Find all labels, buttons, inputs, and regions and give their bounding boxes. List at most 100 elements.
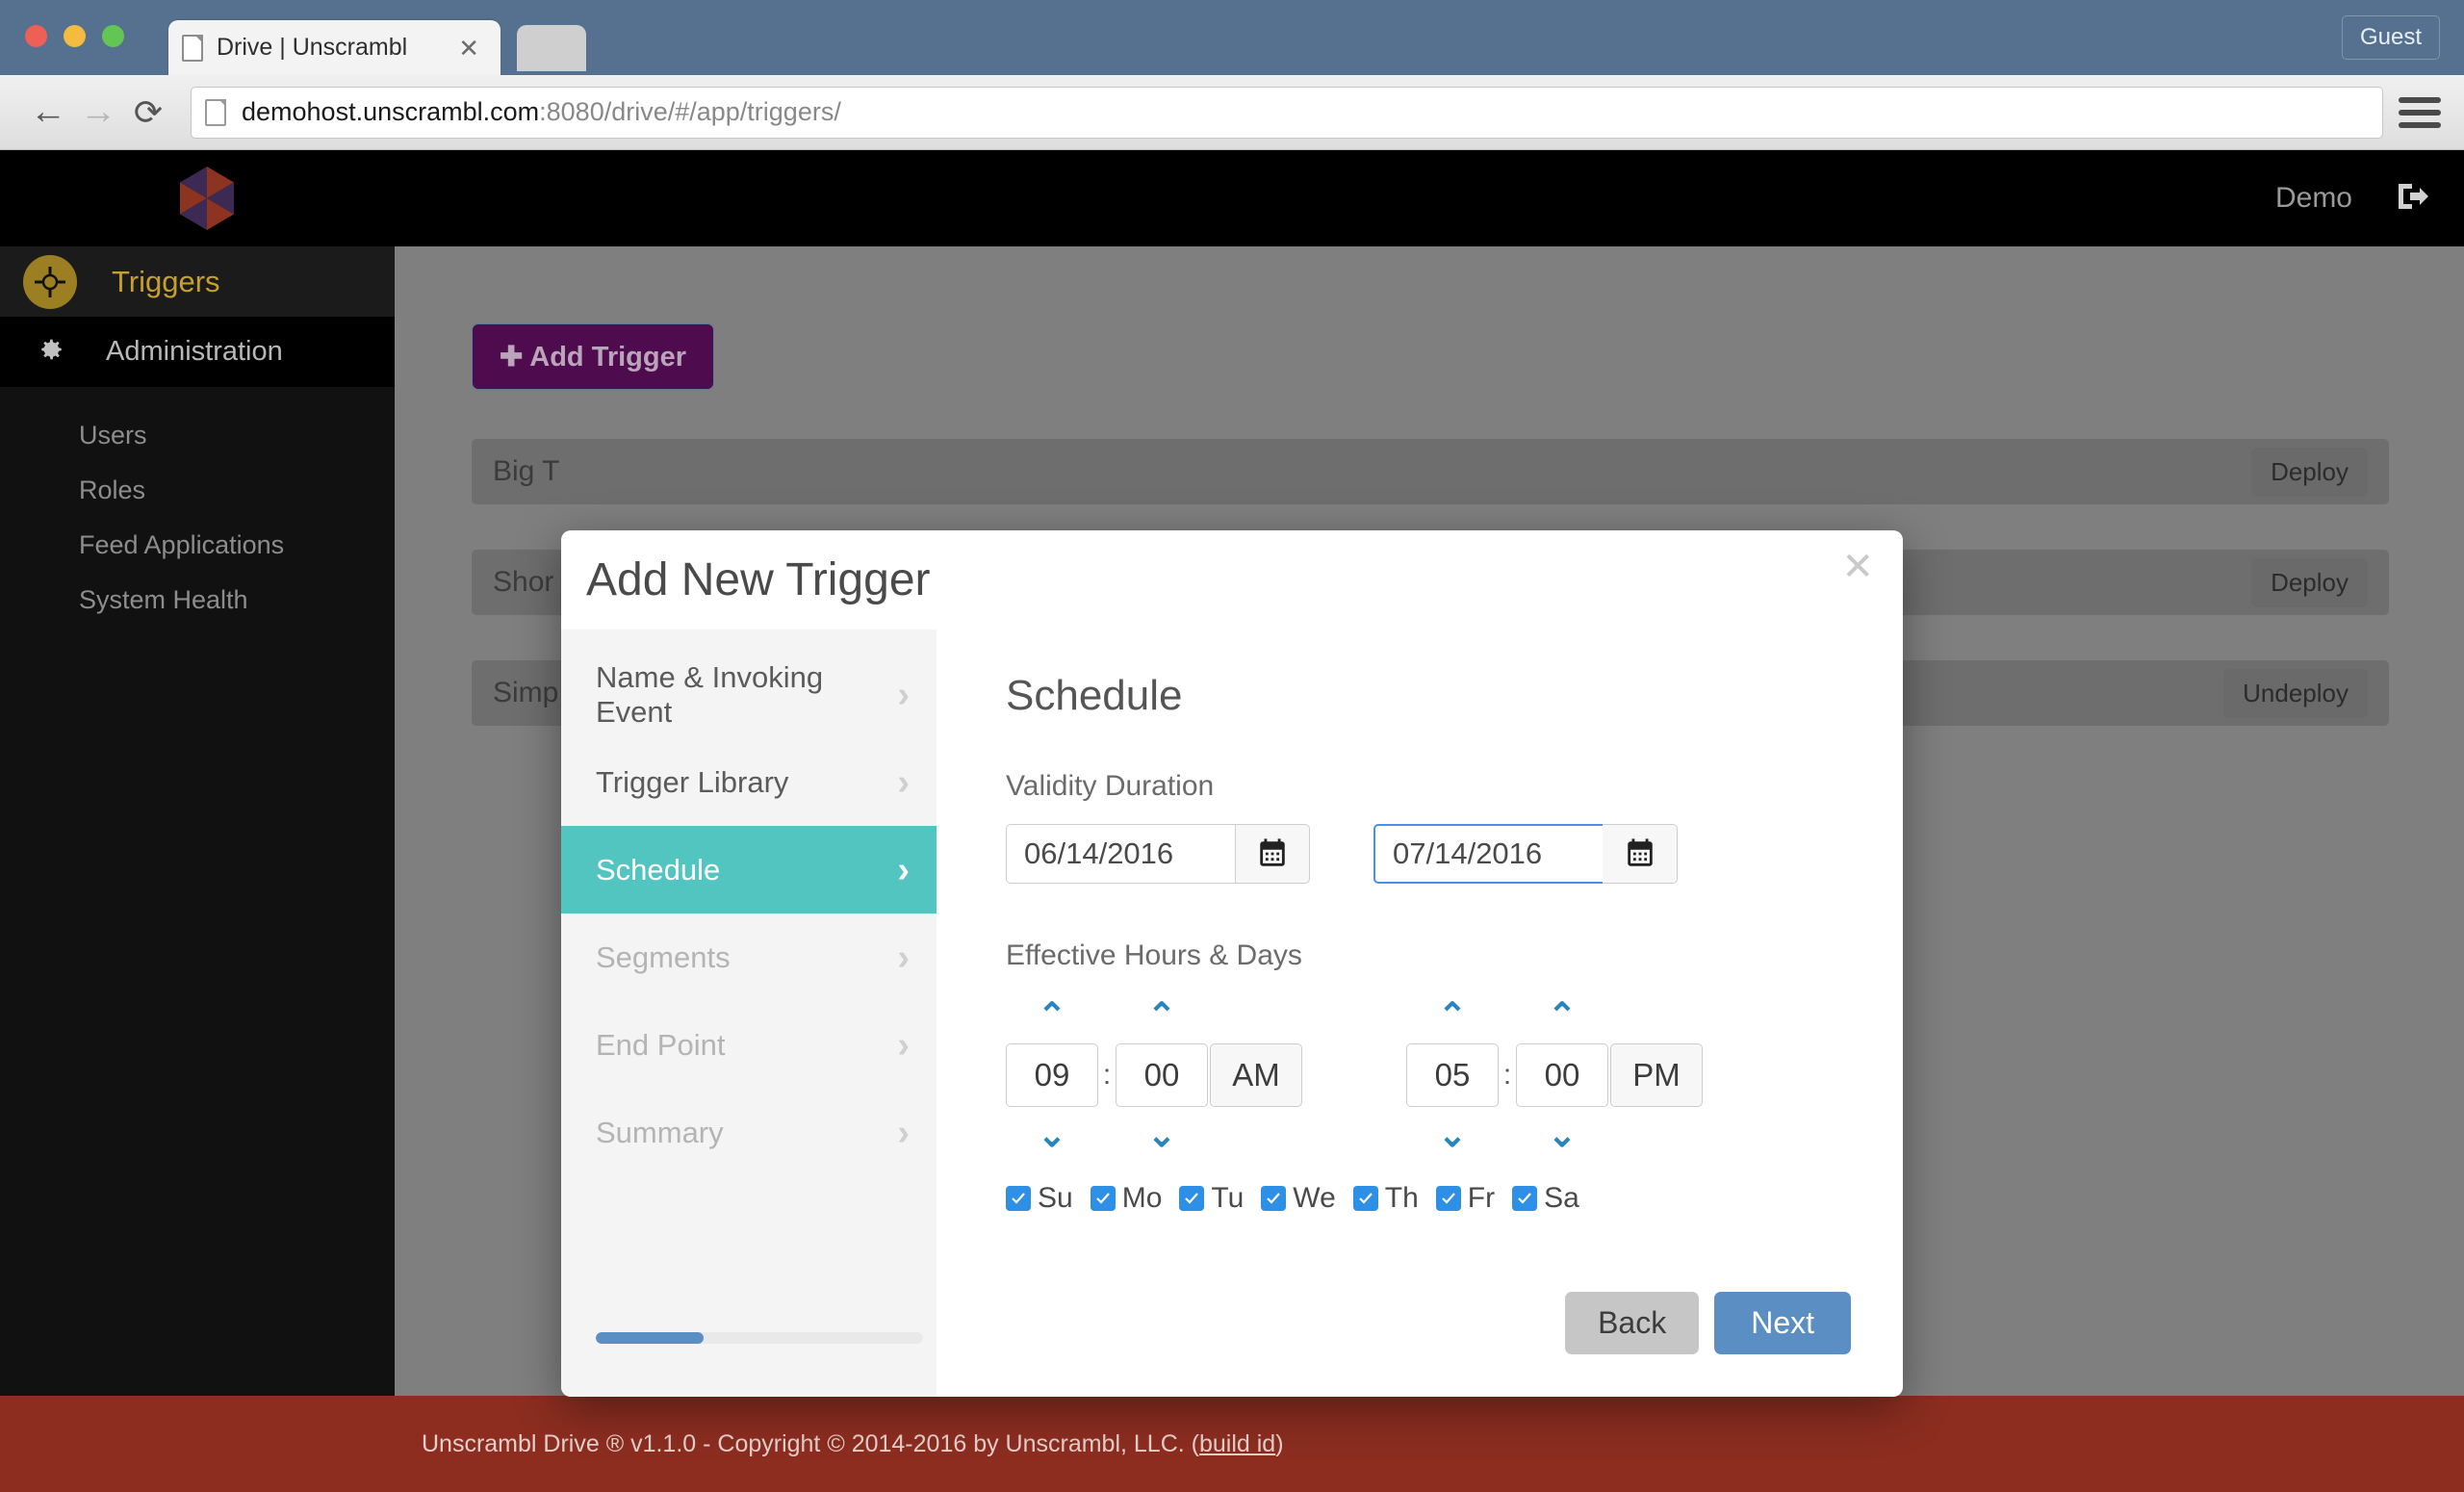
- forward-arrow-icon[interactable]: →: [73, 88, 123, 138]
- weekday-checkbox-sa[interactable]: Sa: [1512, 1182, 1579, 1215]
- weekday-label: Th: [1384, 1182, 1419, 1214]
- end-hour-decrement-icon[interactable]: ⌄: [1406, 1118, 1499, 1152]
- back-button[interactable]: Back: [1565, 1292, 1700, 1354]
- checkmark-icon: [1179, 1186, 1205, 1211]
- start-time-down-arrows: ⌄ ⌄: [1006, 1113, 1302, 1157]
- footer-copyright: Unscrambl Drive ® v1.1.0 - Copyright © 2…: [422, 1429, 1199, 1457]
- weekday-checkbox-su[interactable]: Su: [1006, 1182, 1073, 1215]
- wizard-step-list: Name & Invoking Event › Trigger Library …: [561, 630, 937, 1397]
- next-button[interactable]: Next: [1714, 1292, 1851, 1354]
- end-time-up-arrows: ⌃ ⌃: [1406, 993, 1703, 1038]
- sidebar-item-system-health[interactable]: System Health: [0, 573, 395, 628]
- end-minute-increment-icon[interactable]: ⌃: [1516, 998, 1608, 1033]
- end-time-down-arrows: ⌄ ⌄: [1406, 1113, 1703, 1157]
- address-bar[interactable]: demohost.unscrambl.com:8080/drive/#/app/…: [191, 86, 2383, 139]
- step-name-invoking-event[interactable]: Name & Invoking Event ›: [561, 651, 937, 738]
- end-meridiem-toggle[interactable]: PM: [1610, 1043, 1703, 1107]
- dialog-title: Add New Trigger: [586, 554, 931, 605]
- end-minute-decrement-icon[interactable]: ⌄: [1516, 1118, 1608, 1152]
- weekday-label: Sa: [1544, 1182, 1579, 1214]
- left-sidebar: Triggers Administration Users Roles Feed…: [0, 246, 395, 1396]
- application-root: Demo Triggers Administration Users Roles…: [0, 150, 2464, 1492]
- sidebar-item-users[interactable]: Users: [0, 408, 395, 463]
- tab-close-icon[interactable]: ✕: [450, 36, 487, 61]
- weekday-checkbox-mo[interactable]: Mo: [1090, 1182, 1162, 1215]
- start-hour-input[interactable]: [1006, 1043, 1098, 1107]
- chevron-right-icon: ›: [897, 761, 910, 803]
- start-minute-input[interactable]: [1116, 1043, 1208, 1107]
- step-summary: Summary ›: [561, 1089, 937, 1176]
- tab-title: Drive | Unscrambl: [217, 34, 408, 61]
- top-navbar: Demo: [0, 150, 2464, 246]
- undeploy-button[interactable]: Undeploy: [2223, 668, 2368, 718]
- footer-paren: ): [1275, 1429, 1284, 1457]
- weekday-checkbox-fr[interactable]: Fr: [1435, 1182, 1495, 1215]
- close-window-button[interactable]: [25, 25, 47, 47]
- unscrambl-logo-icon: [178, 167, 236, 230]
- weekday-checkbox-we[interactable]: We: [1261, 1182, 1336, 1215]
- start-minute-increment-icon[interactable]: ⌃: [1116, 998, 1208, 1033]
- step-label: Trigger Library: [596, 764, 789, 799]
- effective-hours-days-label: Effective Hours & Days: [1006, 939, 1302, 971]
- start-minute-decrement-icon[interactable]: ⌄: [1116, 1118, 1208, 1152]
- time-pickers: ⌃ ⌃ : AM: [1006, 993, 1851, 1157]
- sidebar-item-feed-applications[interactable]: Feed Applications: [0, 518, 395, 573]
- weekday-checkbox-tu[interactable]: Tu: [1179, 1182, 1244, 1215]
- sign-out-icon[interactable]: [2397, 182, 2429, 216]
- sidebar-item-triggers-label: Triggers: [112, 264, 220, 298]
- start-time-separator: :: [1102, 1059, 1112, 1091]
- end-date-input[interactable]: [1373, 824, 1603, 884]
- end-hour-input[interactable]: [1406, 1043, 1499, 1107]
- browser-tab[interactable]: Drive | Unscrambl ✕: [168, 20, 500, 75]
- step-trigger-library[interactable]: Trigger Library ›: [561, 738, 937, 826]
- reload-icon[interactable]: ⟳: [123, 88, 173, 138]
- page-info-icon: [205, 98, 226, 126]
- sidebar-item-administration-label: Administration: [106, 336, 283, 367]
- end-hour-increment-icon[interactable]: ⌃: [1406, 998, 1499, 1033]
- start-hour-increment-icon[interactable]: ⌃: [1006, 998, 1098, 1033]
- browser-menu-icon[interactable]: [2399, 96, 2441, 128]
- deploy-button[interactable]: Deploy: [2251, 557, 2368, 607]
- sidebar-item-roles[interactable]: Roles: [0, 463, 395, 518]
- weekday-label: Tu: [1211, 1182, 1245, 1214]
- end-date-calendar-icon[interactable]: [1603, 824, 1678, 884]
- start-date-calendar-icon[interactable]: [1235, 824, 1310, 884]
- table-row[interactable]: Big T Deploy: [472, 439, 2389, 504]
- step-end-point: End Point ›: [561, 1001, 937, 1089]
- minimize-window-button[interactable]: [64, 25, 86, 47]
- guest-profile-button[interactable]: Guest: [2341, 15, 2440, 60]
- end-time-separator: :: [1502, 1059, 1512, 1091]
- add-trigger-button[interactable]: ✚ Add Trigger: [472, 323, 715, 390]
- checkmark-icon: [1435, 1186, 1461, 1211]
- trigger-name: Big T: [493, 455, 560, 487]
- start-hour-decrement-icon[interactable]: ⌄: [1006, 1118, 1098, 1152]
- start-meridiem-toggle[interactable]: AM: [1210, 1043, 1302, 1107]
- start-date-input[interactable]: [1006, 824, 1235, 884]
- validity-duration-row: [1006, 824, 1851, 884]
- sidebar-item-administration[interactable]: Administration: [0, 317, 395, 387]
- weekday-label: Su: [1038, 1182, 1073, 1214]
- end-minute-input[interactable]: [1516, 1043, 1608, 1107]
- deploy-button[interactable]: Deploy: [2251, 447, 2368, 497]
- weekday-checkbox-th[interactable]: Th: [1352, 1182, 1419, 1215]
- chevron-right-icon: ›: [897, 849, 910, 890]
- sidebar-item-triggers[interactable]: Triggers: [0, 246, 395, 317]
- close-icon[interactable]: ✕: [1841, 548, 1874, 586]
- build-id-link[interactable]: build id: [1199, 1430, 1275, 1458]
- browser-window: Drive | Unscrambl ✕ Guest ← → ⟳ demohost…: [0, 0, 2464, 1492]
- url-path: :8080/drive/#/app/triggers/: [539, 97, 841, 126]
- maximize-window-button[interactable]: [102, 25, 124, 47]
- back-arrow-icon[interactable]: ←: [23, 88, 73, 138]
- validity-duration-label: Validity Duration: [1006, 770, 1215, 802]
- end-date-group: [1373, 824, 1678, 884]
- wizard-progress-bar: [596, 1332, 923, 1344]
- add-new-trigger-dialog: Add New Trigger ✕ Name & Invoking Event …: [561, 530, 1903, 1397]
- new-tab-button[interactable]: [517, 25, 586, 71]
- start-time-up-arrows: ⌃ ⌃: [1006, 993, 1302, 1038]
- sidebar-subitems: Users Roles Feed Applications System Hea…: [0, 387, 395, 628]
- chevron-right-icon: ›: [897, 674, 910, 715]
- window-traffic-lights: [25, 25, 124, 47]
- step-schedule[interactable]: Schedule ›: [561, 826, 937, 913]
- chevron-right-icon: ›: [897, 937, 910, 978]
- schedule-pane: Schedule Validity Duration 06/14/2016 07…: [937, 630, 1903, 1397]
